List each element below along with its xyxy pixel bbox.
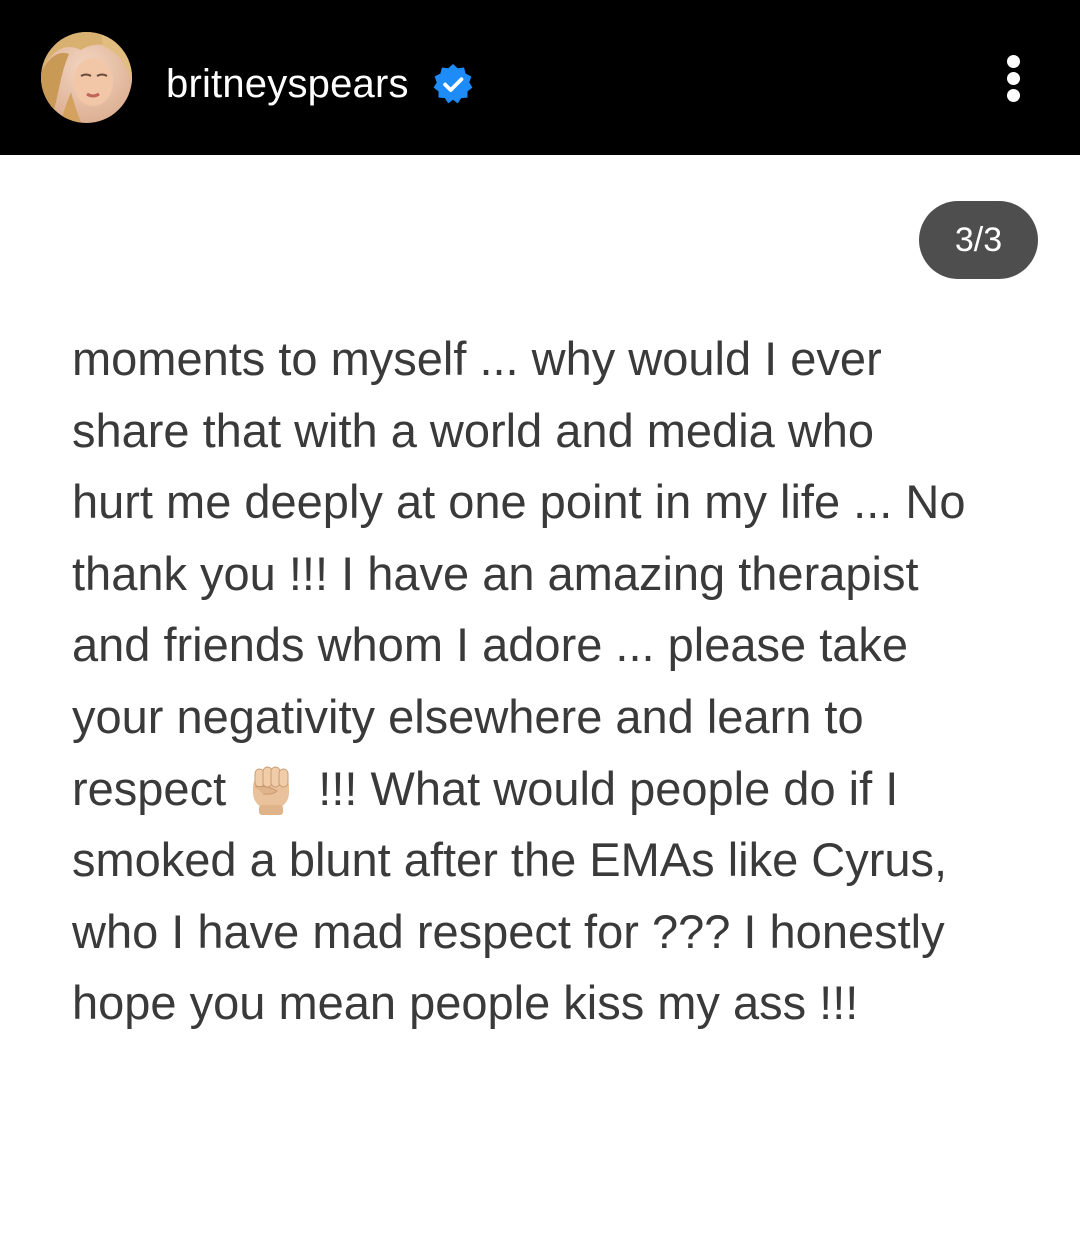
story-line: and friends whom I adore ... please take bbox=[72, 618, 909, 672]
story-line: hurt me deeply at one point in my life .… bbox=[72, 475, 966, 529]
story-line: thank you !!! I have an amazing therapis… bbox=[72, 546, 919, 600]
story-line: hope you mean people kiss my ass !!! bbox=[72, 976, 859, 1030]
story-line: share that with a world and media who bbox=[72, 403, 875, 457]
story-line: smoked a blunt after the EMAs like Cyrus… bbox=[72, 833, 948, 887]
raised-fist-emoji-icon bbox=[253, 766, 290, 815]
story-text: moments to myself ... why would I ever s… bbox=[72, 323, 1052, 1039]
story-line: who I have mad respect for ??? I honestl… bbox=[72, 904, 945, 958]
more-dot bbox=[1007, 55, 1020, 68]
verified-badge-icon bbox=[433, 64, 473, 104]
avatar-image bbox=[41, 32, 132, 123]
story-text-segment: !!! What would people do if I bbox=[318, 761, 899, 815]
page-indicator-badge: 3/3 bbox=[919, 201, 1038, 279]
username[interactable]: britneyspears bbox=[166, 60, 409, 108]
story-line: your negativity elsewhere and learn to bbox=[72, 689, 864, 743]
more-dot bbox=[1007, 72, 1020, 85]
story-line: respect !!! What would people do if I bbox=[72, 753, 1052, 825]
story-text-segment: respect bbox=[72, 761, 227, 815]
story-line: moments to myself ... why would I ever bbox=[72, 332, 882, 385]
avatar[interactable] bbox=[41, 32, 132, 123]
profile-header: britneyspears bbox=[0, 0, 1080, 155]
more-dot bbox=[1007, 89, 1020, 102]
more-vertical-icon[interactable] bbox=[994, 48, 1034, 108]
